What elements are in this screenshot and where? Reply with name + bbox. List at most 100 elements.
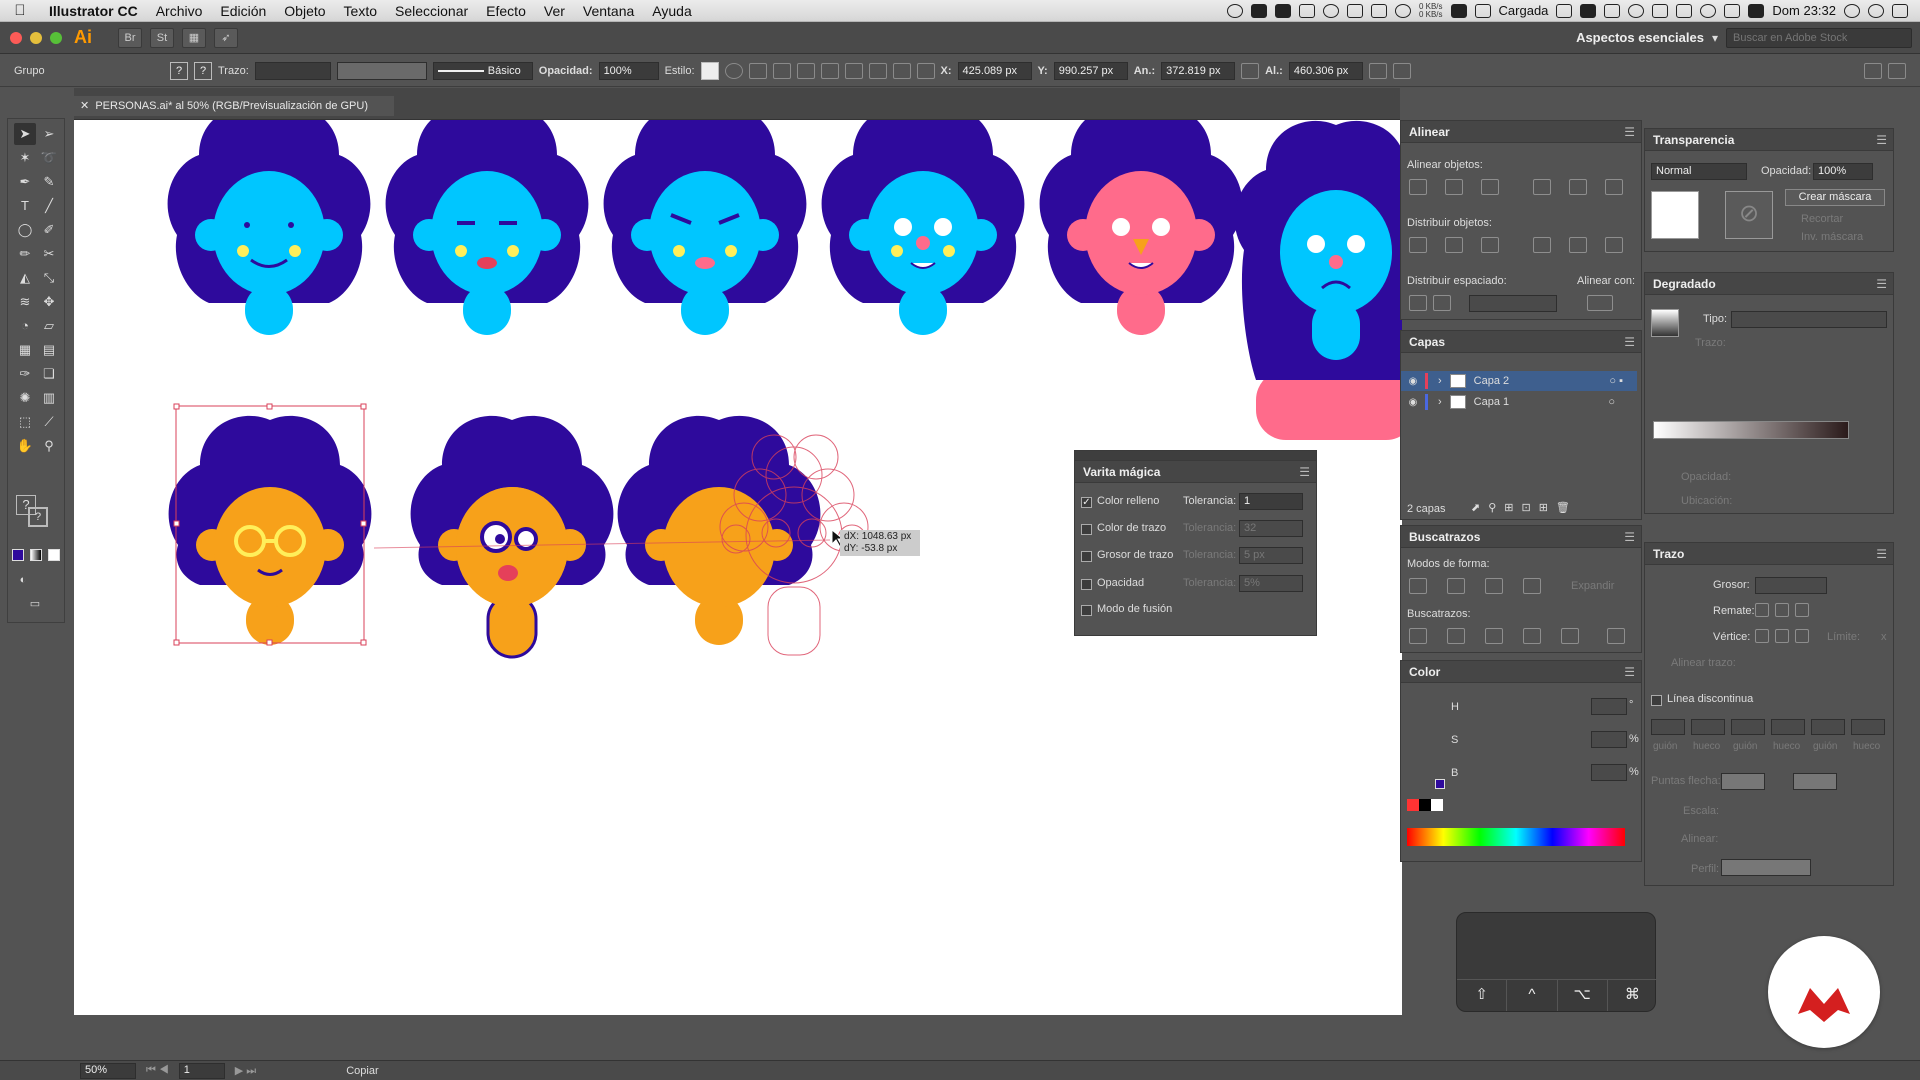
butt-cap-icon[interactable]	[1755, 603, 1769, 617]
perspective-tool-icon[interactable]: ▱	[38, 315, 60, 337]
arrange-docs-button[interactable]: ▦	[182, 27, 206, 48]
align-top-icon[interactable]	[844, 62, 863, 79]
align-hcenter-icon[interactable]	[796, 62, 815, 79]
graphic-style-swatch[interactable]	[700, 61, 719, 80]
color-panel-header[interactable]: Color ☰	[1401, 661, 1641, 683]
wifi-icon[interactable]	[1700, 3, 1717, 18]
arrange-icon[interactable]	[1864, 62, 1882, 79]
lasso-tool-icon[interactable]: ➰	[38, 147, 60, 169]
layer-row[interactable]: ◉ › Capa 2 ○ ▪	[1401, 371, 1637, 391]
screen-mode-icon[interactable]: ▭	[24, 593, 46, 615]
clip-checkbox[interactable]: Recortar	[1801, 213, 1843, 225]
panel-menu-icon[interactable]	[1888, 62, 1906, 79]
align-vcenter-icon[interactable]	[1569, 179, 1587, 195]
scale-tool-icon[interactable]: ⤡	[38, 267, 60, 289]
h-field[interactable]	[1591, 698, 1627, 715]
distribute-top-icon[interactable]	[1409, 237, 1427, 253]
trim-icon[interactable]	[1447, 628, 1465, 644]
stock-search-input[interactable]	[1726, 27, 1912, 48]
graph-tool-icon[interactable]: ▥	[38, 387, 60, 409]
puppet-warp-tool-icon[interactable]: ✥	[38, 291, 60, 313]
tolerance-field[interactable]: 32	[1239, 520, 1303, 537]
align-bottom-icon[interactable]	[1605, 179, 1623, 195]
paintbrush-tool-icon[interactable]: ✐	[38, 219, 60, 241]
unite-icon[interactable]	[1409, 578, 1427, 594]
gradient-swatch[interactable]	[1651, 309, 1679, 337]
magic-wand-checkbox[interactable]	[1081, 605, 1092, 616]
curvature-tool-icon[interactable]: ✎	[38, 171, 60, 193]
expand-arrow-icon[interactable]: ›	[1438, 396, 1442, 408]
ellipse-tool-icon[interactable]: ◯	[14, 219, 36, 241]
align-bottom-icon[interactable]	[892, 62, 911, 79]
minus-back-icon[interactable]	[1607, 628, 1625, 644]
square-cap-icon[interactable]	[1795, 603, 1809, 617]
close-window-button[interactable]	[10, 31, 22, 44]
crop-icon[interactable]	[1523, 628, 1541, 644]
drawing-mode-icon[interactable]: ◐	[12, 569, 34, 591]
volume-icon[interactable]	[1724, 3, 1741, 18]
exclude-icon[interactable]	[1523, 578, 1541, 594]
blend-tool-icon[interactable]: ❏	[38, 363, 60, 385]
notifications-icon[interactable]	[1892, 3, 1908, 18]
arrowhead-start-select[interactable]	[1721, 773, 1765, 790]
width-tool-icon[interactable]: ≋	[14, 291, 36, 313]
menu-seleccionar[interactable]: Seleccionar	[386, 3, 477, 19]
invert-mask-checkbox[interactable]: Inv. máscara	[1801, 231, 1863, 243]
align-to-icon[interactable]	[748, 62, 767, 79]
selection-tool-icon[interactable]: ➤	[14, 123, 36, 145]
eye-icon[interactable]	[1628, 3, 1645, 18]
mesh-tool-icon[interactable]: ▦	[14, 339, 36, 361]
symbol-sprayer-tool-icon[interactable]: ✺	[14, 387, 36, 409]
miter-join-icon[interactable]	[1755, 629, 1769, 643]
distribute-hcenter-icon[interactable]	[1569, 237, 1587, 253]
intersect-icon[interactable]	[1485, 578, 1503, 594]
dropbox-icon[interactable]	[1298, 3, 1315, 18]
b-field[interactable]	[1591, 764, 1627, 781]
dash-field[interactable]	[1651, 719, 1685, 735]
reference-point-icon[interactable]	[916, 62, 935, 79]
direct-selection-tool-icon[interactable]: ➢	[38, 123, 60, 145]
quick-swatches[interactable]	[1407, 799, 1443, 811]
color-spectrum[interactable]	[1407, 828, 1625, 846]
menu-ver[interactable]: Ver	[535, 3, 574, 19]
airplay-icon[interactable]	[1652, 3, 1669, 18]
round-cap-icon[interactable]	[1775, 603, 1789, 617]
blend-mode-select[interactable]: Normal	[1651, 163, 1747, 180]
tolerance-field[interactable]: 5 px	[1239, 547, 1303, 564]
expand-button[interactable]: Expandir	[1571, 580, 1614, 592]
distribute-right-icon[interactable]	[1605, 237, 1623, 253]
reflect-tool-icon[interactable]: ◭	[14, 267, 36, 289]
visibility-eye-icon[interactable]: ◉	[1401, 397, 1425, 408]
align-left-icon[interactable]	[1409, 179, 1427, 195]
artboard-tool-icon[interactable]: ⬚	[14, 411, 36, 433]
magic-wand-tool-icon[interactable]: ✶	[14, 147, 36, 169]
hand-tool-icon[interactable]: ✋	[14, 435, 36, 457]
document-tab[interactable]: ✕ PERSONAS.ai* al 50% (RGB/Previsualizac…	[74, 96, 394, 116]
pen-tablet-icon[interactable]	[1370, 3, 1387, 18]
dash-field[interactable]	[1691, 719, 1725, 735]
variable-width-profile[interactable]	[336, 61, 427, 80]
brush-definition[interactable]: Básico	[432, 61, 533, 80]
stroke-weight-field[interactable]	[254, 61, 331, 80]
x-field[interactable]: 425.089 px	[957, 61, 1032, 80]
zoom-field[interactable]: 50%	[80, 1062, 136, 1079]
artboard-nav-icons[interactable]: ⏮ ◀	[146, 1064, 169, 1077]
artboard-number-field[interactable]: 1	[178, 1062, 225, 1079]
menu-objeto[interactable]: Objeto	[275, 3, 334, 19]
eyedropper-tool-icon[interactable]: ✑	[14, 363, 36, 385]
opacity-field[interactable]: 100%	[598, 61, 659, 80]
spacing-field[interactable]	[1469, 295, 1557, 312]
status-text[interactable]: Copiar	[346, 1065, 546, 1077]
type-tool-icon[interactable]: T	[14, 195, 36, 217]
gradient-slider[interactable]	[1653, 421, 1849, 439]
divide-icon[interactable]	[1409, 628, 1427, 644]
bevel-join-icon[interactable]	[1795, 629, 1809, 643]
layer-row[interactable]: ◉ › Capa 1 ○	[1401, 392, 1637, 412]
gradient-tool-icon[interactable]: ▤	[38, 339, 60, 361]
outline-icon[interactable]	[1561, 628, 1579, 644]
window-icon[interactable]	[1556, 3, 1573, 18]
align-panel-header[interactable]: Alinear ☰	[1401, 121, 1641, 143]
record-icon[interactable]	[1226, 3, 1243, 18]
magic-wand-panel-header[interactable]: Varita mágica ☰	[1075, 461, 1316, 483]
artboard-nav-next-icons[interactable]: ▶ ⏭	[235, 1064, 256, 1078]
